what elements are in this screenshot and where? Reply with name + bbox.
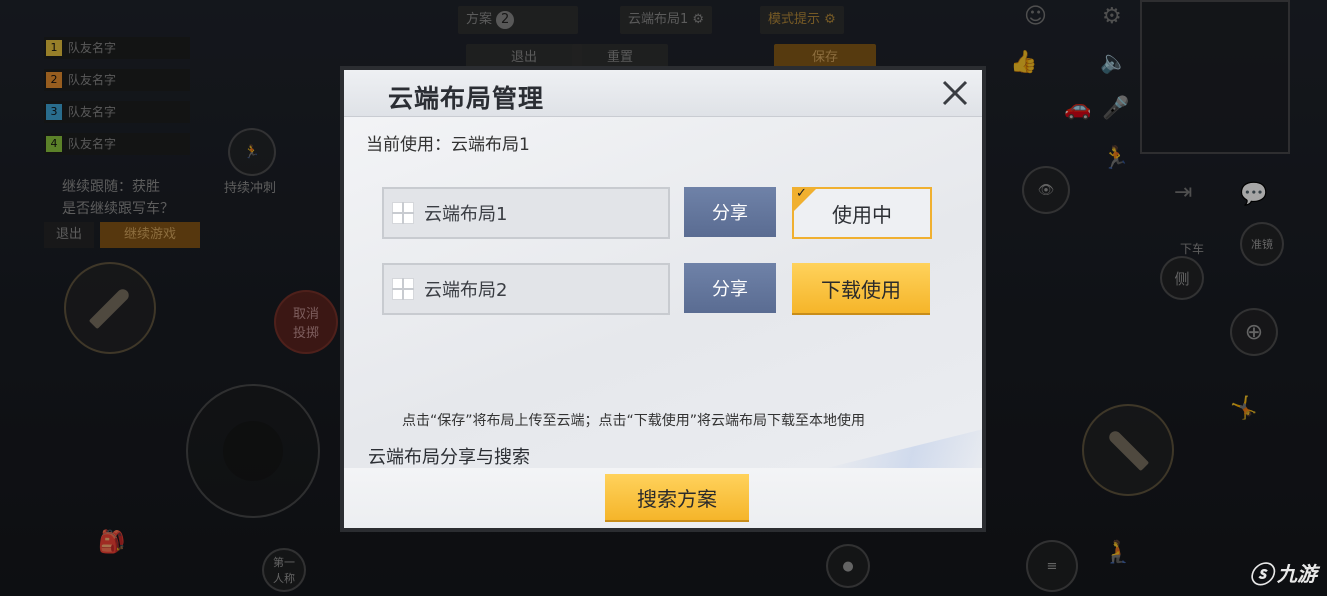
- joystick-knob: [223, 421, 283, 481]
- first-person-toggle[interactable]: 第一 人称: [262, 548, 306, 592]
- share-search-section-label: 云端布局分享与搜索: [368, 447, 530, 468]
- move-joystick[interactable]: [186, 384, 320, 518]
- fire-button-left[interactable]: [64, 262, 156, 354]
- scheme-number: 2: [496, 11, 515, 29]
- crosshair-icon[interactable]: ⊕: [1230, 308, 1278, 356]
- minimap[interactable]: [1140, 0, 1290, 154]
- first-person-line1: 第一: [273, 556, 295, 569]
- vehicle-icon[interactable]: 🚗: [1064, 96, 1091, 121]
- team-member-row: 2 队友名字: [44, 69, 190, 91]
- dialog-panel: 云端布局管理 当前使用：云端布局1 云端布局1 分享 ✓ 使用中 云端布局2 分…: [344, 70, 982, 528]
- prone-icon[interactable]: 🤸: [1230, 396, 1257, 421]
- sprint-icon[interactable]: 🏃: [228, 128, 276, 176]
- lean-button[interactable]: 侧: [1160, 256, 1204, 300]
- gear-icon: ⚙: [824, 12, 836, 27]
- ammo-icon[interactable]: ≡: [1026, 540, 1078, 592]
- follow-prompt-line2: 是否继续跟写车？: [62, 201, 174, 217]
- in-use-label: 使用中: [832, 202, 892, 227]
- close-icon[interactable]: [940, 78, 970, 108]
- team-member-name: 队友名字: [68, 137, 117, 151]
- grenade-icon[interactable]: ●: [826, 544, 870, 588]
- exit-car-label: 下车: [1180, 242, 1205, 256]
- dialog-header: 云端布局管理: [344, 70, 982, 117]
- chat-icon[interactable]: 💬: [1240, 182, 1267, 207]
- layout-row: 云端布局2 分享 下载使用: [382, 263, 942, 315]
- thumbs-up-icon[interactable]: 👍: [1010, 50, 1037, 75]
- team-member-row: 3 队友名字: [44, 101, 190, 123]
- top-mode-hint-button[interactable]: 模式提示 ⚙: [760, 6, 844, 34]
- share-button[interactable]: 分享: [684, 187, 776, 237]
- crouch-run-icon[interactable]: 🏃: [1102, 146, 1129, 171]
- layout-name: 云端布局2: [424, 280, 508, 301]
- aim-scope-button[interactable]: 准镜: [1240, 222, 1284, 266]
- dialog-title: 云端布局管理: [388, 84, 545, 113]
- team-member-name: 队友名字: [68, 105, 117, 119]
- crouch-icon[interactable]: 🧎: [1104, 540, 1131, 565]
- team-number: 3: [46, 104, 62, 120]
- follow-continue-button[interactable]: 继续游戏: [100, 222, 200, 248]
- current-layout-label: 当前使用：云端布局1: [366, 135, 530, 155]
- first-person-line2: 人称: [273, 572, 295, 585]
- cloud-layout-dialog: 云端布局管理 当前使用：云端布局1 云端布局1 分享 ✓ 使用中 云端布局2 分…: [340, 66, 986, 532]
- team-member-name: 队友名字: [68, 73, 117, 87]
- microphone-icon[interactable]: 🎤: [1102, 96, 1129, 121]
- team-member-row: 4 队友名字: [44, 133, 190, 155]
- top-scheme-selector[interactable]: 方案 2: [458, 6, 578, 34]
- team-number: 2: [46, 72, 62, 88]
- team-number: 1: [46, 40, 62, 56]
- exit-car-icon[interactable]: ⇥: [1174, 180, 1192, 205]
- share-button[interactable]: 分享: [684, 263, 776, 313]
- cancel-throw-line2: 投掷: [292, 326, 319, 341]
- layout-name-box: 云端布局2: [382, 263, 670, 315]
- watermark-text: 九游: [1277, 562, 1317, 586]
- team-member-row: 1 队友名字: [44, 37, 190, 59]
- follow-prompt-line1: 继续跟随：获胜: [62, 179, 160, 195]
- layout-grid-icon: [392, 202, 414, 224]
- bullet-icon: [1106, 428, 1150, 472]
- cancel-throw-button[interactable]: 取消 投掷: [274, 290, 338, 354]
- top-cloud-label: 云端布局1: [628, 12, 689, 27]
- hint-text: 点击“保存”将布局上传至云端；点击“下载使用”将云端布局下载至本地使用: [402, 413, 866, 429]
- search-scheme-button[interactable]: 搜索方案: [605, 474, 749, 520]
- layout-name-box: 云端布局1: [382, 187, 670, 239]
- watermark: ⓢ 九游: [1249, 555, 1317, 590]
- download-use-button[interactable]: 下载使用: [792, 263, 930, 313]
- checkmark-icon: ✓: [796, 186, 807, 201]
- cancel-throw-line1: 取消: [292, 307, 319, 322]
- settings-gear-icon[interactable]: ⚙: [1102, 4, 1122, 29]
- lean-label: 侧: [1174, 269, 1190, 288]
- top-mode-label: 模式提示: [768, 12, 821, 27]
- speaker-icon[interactable]: 🔈: [1100, 50, 1127, 75]
- backpack-icon[interactable]: 🎒: [98, 530, 125, 555]
- watermark-logo-icon: ⓢ: [1249, 561, 1273, 589]
- top-cloud-button[interactable]: 云端布局1 ⚙: [620, 6, 713, 34]
- team-number: 4: [46, 136, 62, 152]
- layout-row: 云端布局1 分享 ✓ 使用中: [382, 186, 942, 239]
- fire-button-right[interactable]: [1082, 404, 1174, 496]
- follow-exit-button[interactable]: 退出: [44, 222, 94, 248]
- eye-icon[interactable]: 👁: [1022, 166, 1070, 214]
- in-use-button[interactable]: ✓ 使用中: [792, 186, 932, 239]
- layout-name: 云端布局1: [424, 204, 508, 225]
- bullet-icon: [88, 286, 132, 330]
- layout-grid-icon: [392, 278, 414, 300]
- gear-icon: ⚙: [692, 12, 705, 27]
- team-member-name: 队友名字: [68, 41, 117, 55]
- emote-icon[interactable]: ☺: [1024, 4, 1047, 29]
- aim-label: 准镜: [1251, 238, 1273, 251]
- sprint-label: 持续冲刺: [224, 181, 277, 196]
